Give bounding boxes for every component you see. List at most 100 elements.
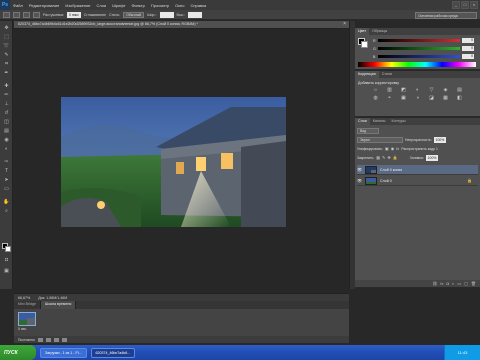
opacity-input[interactable]: 100% xyxy=(433,136,447,143)
layer-name[interactable]: Слой 0 копия xyxy=(380,168,402,172)
zoom-level[interactable]: 66,67% xyxy=(18,296,30,300)
adjustment-layer-icon[interactable]: ◐ xyxy=(452,281,454,286)
delete-layer-icon[interactable]: 🗑 xyxy=(471,281,476,286)
unify-position-icon[interactable]: ▣ xyxy=(385,146,389,151)
screen-mode-icon[interactable]: ▣ xyxy=(2,268,11,275)
menu-view[interactable]: Просмотр xyxy=(148,3,172,8)
photo-filter-icon[interactable]: ◓ xyxy=(385,95,394,101)
levels-icon[interactable]: ▥ xyxy=(385,87,394,93)
marquee-tool-icon[interactable] xyxy=(3,11,10,18)
tab-paths[interactable]: Контуры xyxy=(389,118,409,125)
layer-row[interactable]: 👁 Слой 0 копия xyxy=(357,165,478,175)
move-tool-icon[interactable]: ✥ xyxy=(2,25,11,32)
document-image[interactable] xyxy=(61,97,286,227)
invert-icon[interactable]: ◑ xyxy=(413,95,422,101)
gradient-map-icon[interactable]: ◧ xyxy=(455,95,464,101)
blend-mode-select[interactable]: Экран xyxy=(357,136,403,143)
menu-file[interactable]: Файл xyxy=(10,3,26,8)
start-button[interactable]: ПУСК xyxy=(0,345,36,360)
document-size[interactable]: Док: 1,58M/1,46M xyxy=(38,296,67,300)
unify-visibility-icon[interactable]: ◉ xyxy=(391,146,395,151)
channel-mixer-icon[interactable]: ▣ xyxy=(399,95,408,101)
canvas-area[interactable] xyxy=(14,29,349,293)
background-swatch[interactable] xyxy=(361,41,368,48)
color-spectrum[interactable] xyxy=(358,62,476,67)
taskbar-item-photoshop[interactable]: 620374_46bc7a4b6... xyxy=(90,347,136,358)
hand-tool-icon[interactable]: ✋ xyxy=(2,199,11,206)
curves-icon[interactable]: ◩ xyxy=(399,87,408,93)
healing-brush-tool-icon[interactable]: ✚ xyxy=(2,83,11,90)
slider-green[interactable]: G 0 xyxy=(373,46,477,51)
eyedropper-tool-icon[interactable]: ✒ xyxy=(2,70,11,77)
link-layers-icon[interactable]: ⛓ xyxy=(432,281,437,286)
blue-slider-track[interactable] xyxy=(378,55,460,58)
path-select-tool-icon[interactable]: ➤ xyxy=(2,177,11,184)
layer-name[interactable]: Слой 0 xyxy=(380,179,392,183)
tab-swatches[interactable]: Образцы xyxy=(369,28,390,35)
eraser-tool-icon[interactable]: ◫ xyxy=(2,119,11,126)
threshold-icon[interactable]: ▦ xyxy=(441,95,450,101)
prev-frame-icon[interactable] xyxy=(45,337,51,342)
menu-layers[interactable]: Слои xyxy=(94,3,110,8)
visibility-eye-icon[interactable]: 👁 xyxy=(357,178,362,183)
lock-all-icon[interactable]: 🔒 xyxy=(393,155,398,160)
fill-input[interactable]: 100% xyxy=(425,154,439,161)
width-input[interactable] xyxy=(159,11,174,18)
menu-image[interactable]: Изображение xyxy=(62,3,93,8)
feather-input[interactable]: 0 пикс xyxy=(67,11,81,18)
shape-tool-icon[interactable]: ▭ xyxy=(2,186,11,193)
kind-filter-select[interactable]: Вид xyxy=(357,127,379,134)
menu-help[interactable]: Справка xyxy=(187,3,209,8)
tab-mini-bridge[interactable]: Mini Bridge xyxy=(14,301,41,309)
system-tray-clock[interactable]: 11:43 xyxy=(444,345,480,360)
blur-tool-icon[interactable]: ◉ xyxy=(2,137,11,144)
layer-style-icon[interactable]: fx xyxy=(440,281,443,286)
lasso-tool-icon[interactable]: ➰ xyxy=(2,43,11,50)
style-select[interactable]: Обычный xyxy=(123,11,145,18)
type-tool-icon[interactable]: T xyxy=(2,168,11,175)
lock-position-icon[interactable]: ✥ xyxy=(387,155,390,160)
lock-pixels-icon[interactable]: ✎ xyxy=(382,155,385,160)
visibility-eye-icon[interactable]: 👁 xyxy=(357,167,362,172)
color-balance-icon[interactable]: ▤ xyxy=(455,87,464,93)
menu-type[interactable]: Шрифт xyxy=(109,3,128,8)
first-frame-icon[interactable] xyxy=(37,337,43,342)
tab-timeline[interactable]: Шкала времени xyxy=(40,301,77,309)
workspace-select[interactable]: Основная рабочая среда xyxy=(415,12,477,19)
menu-edit[interactable]: Редактирование xyxy=(26,3,62,8)
next-frame-icon[interactable] xyxy=(61,337,67,342)
taskbar-item-downloads[interactable]: Загрузки - 1 из 1 - Fi... xyxy=(40,347,87,358)
play-icon[interactable] xyxy=(53,337,59,342)
menu-window[interactable]: Окно xyxy=(172,3,187,8)
clone-stamp-tool-icon[interactable]: ⊥ xyxy=(2,101,11,108)
color-swatches[interactable] xyxy=(358,38,368,48)
hue-saturation-icon[interactable]: ◈ xyxy=(441,87,450,93)
layer-row[interactable]: 👁 Слой 0 🔒 xyxy=(357,176,478,186)
unify-style-icon[interactable]: fx xyxy=(396,146,399,151)
tab-adjustments[interactable]: Коррекция xyxy=(355,71,379,78)
black-white-icon[interactable]: ◍ xyxy=(371,95,380,101)
red-slider-track[interactable] xyxy=(378,39,460,42)
add-selection-icon[interactable] xyxy=(23,11,30,18)
gradient-tool-icon[interactable]: ▤ xyxy=(2,128,11,135)
minimize-button[interactable]: _ xyxy=(452,1,460,9)
brush-tool-icon[interactable]: ✏ xyxy=(2,92,11,99)
quick-select-tool-icon[interactable]: ✎ xyxy=(2,52,11,59)
new-layer-icon[interactable]: ▢ xyxy=(464,281,468,286)
close-document-icon[interactable]: × xyxy=(343,21,346,27)
vibrance-icon[interactable]: ▽ xyxy=(427,87,436,93)
zoom-tool-icon[interactable]: ⌕ xyxy=(2,208,11,215)
propagate-frame-checkbox[interactable]: Распространить кадр 1 xyxy=(401,147,438,151)
exposure-icon[interactable]: ◐ xyxy=(413,87,422,93)
slider-red[interactable]: R 0 xyxy=(373,38,477,43)
new-selection-icon[interactable] xyxy=(13,11,20,18)
new-group-icon[interactable]: ▭ xyxy=(457,281,461,286)
brightness-icon[interactable]: ☼ xyxy=(371,87,380,93)
blue-value[interactable]: 0 xyxy=(462,54,474,59)
animation-frame[interactable] xyxy=(18,312,36,326)
tab-channels[interactable]: Каналы xyxy=(370,118,389,125)
close-button[interactable]: × xyxy=(470,1,478,9)
smoothing-label[interactable]: Сглаживание xyxy=(84,13,106,17)
slider-blue[interactable]: B 0 xyxy=(373,54,477,59)
marquee-tool-icon[interactable]: ⬚ xyxy=(2,34,11,41)
